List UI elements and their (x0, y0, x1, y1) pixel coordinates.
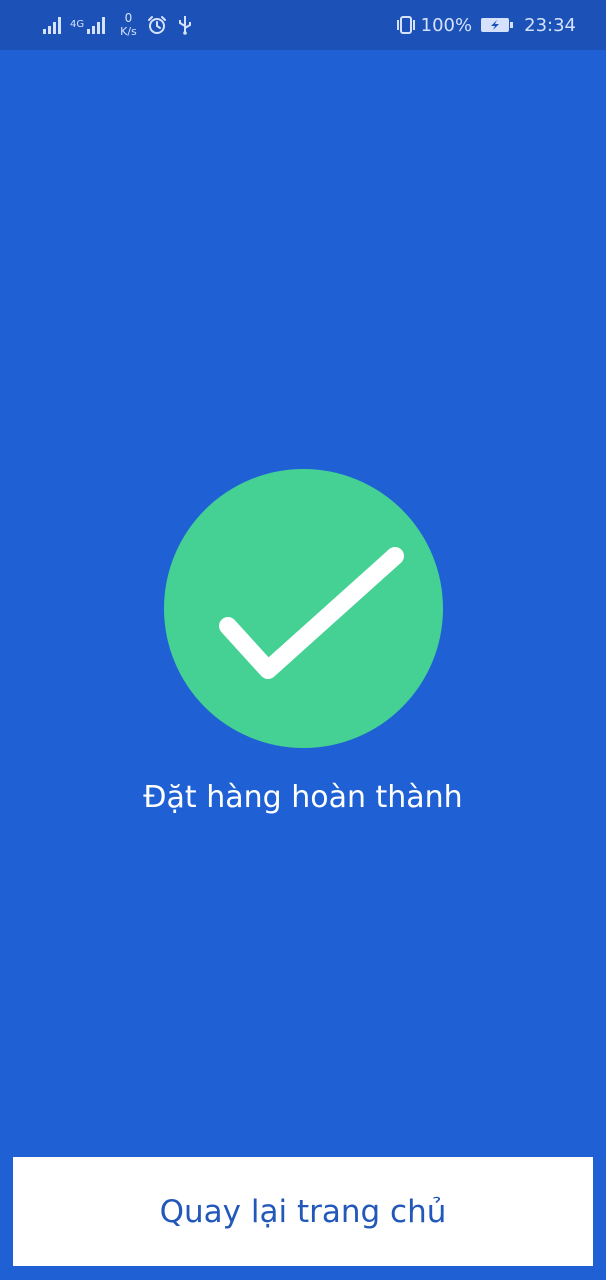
signal-icon (43, 17, 61, 34)
status-clock: 23:34 (524, 14, 576, 36)
back-to-home-button[interactable]: Quay lại trang chủ (13, 1157, 593, 1266)
battery-charging-icon (481, 18, 514, 32)
alarm-icon (147, 16, 166, 34)
network-type-label: 4G (70, 19, 85, 30)
checkmark-icon (219, 547, 404, 679)
order-complete-message: Đặt hàng hoàn thành (143, 780, 463, 815)
vibrate-icon (396, 16, 415, 34)
check-circle-icon (164, 469, 443, 748)
status-left-group: 4G 0 K/s (42, 10, 203, 40)
network-speed-value: 0 (124, 11, 133, 25)
status-right-group: 100% 23:34 (395, 10, 576, 40)
network-speed-unit: K/s (120, 25, 137, 38)
network-speed: 0 K/s (120, 11, 137, 39)
status-bar: 4G 0 K/s 100% 23:34 (0, 0, 606, 50)
battery-percentage: 100% (420, 14, 473, 36)
signal-4g-icon (87, 17, 106, 34)
usb-icon (178, 16, 191, 35)
back-to-home-label: Quay lại trang chủ (159, 1193, 447, 1230)
